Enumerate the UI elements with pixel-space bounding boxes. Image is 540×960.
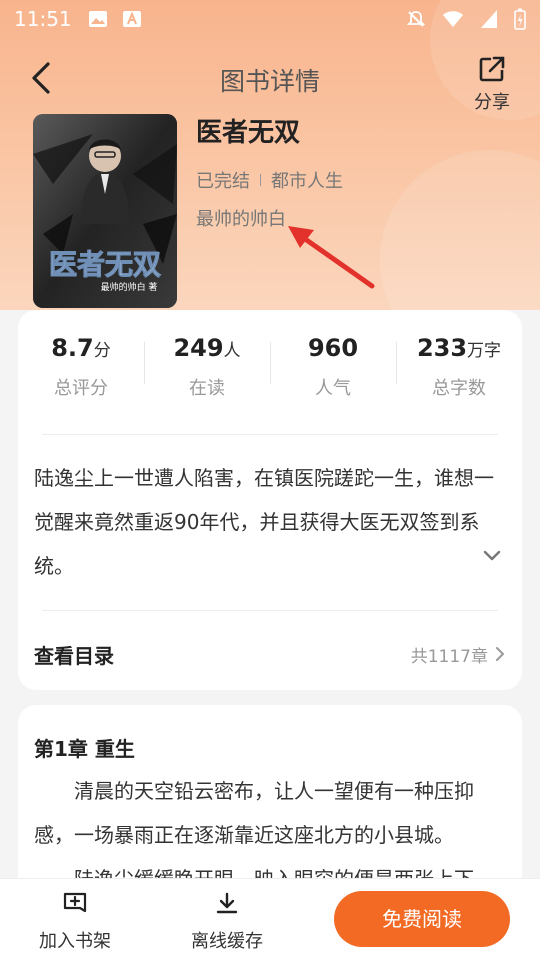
stat-value: 960 <box>307 334 359 362</box>
share-icon <box>479 56 505 82</box>
book-description: 陆逸尘上一世遭人陷害，在镇医院蹉跎一生，谁想一觉醒来竟然重返90年代，并且获得大… <box>34 466 494 578</box>
chevron-right-icon <box>496 647 504 661</box>
image-icon <box>88 11 107 27</box>
stat-label: 总评分 <box>54 378 108 399</box>
stat-unit: 分 <box>93 341 111 361</box>
stat-value: 8.7 <box>51 334 94 362</box>
book-cover-art: 医者无双 最帅的帅白 著 <box>33 114 177 308</box>
meta-separator <box>260 174 261 186</box>
stat-unit: 万字 <box>467 341 502 361</box>
read-free-button[interactable]: 免费阅读 <box>334 891 510 947</box>
toc-row[interactable]: 查看目录 共1117章 <box>34 634 506 674</box>
toc-chapter-count: 共1117章 <box>410 646 488 667</box>
stat-label: 人气 <box>315 378 351 399</box>
book-status: 已完结 <box>196 171 250 192</box>
nav-bar: 图书详情 分享 <box>0 50 540 113</box>
stat-value: 249 <box>173 334 224 362</box>
offline-cache-button[interactable]: 离线缓存 <box>182 891 272 953</box>
stat-popularity: 960 人气 <box>270 334 396 424</box>
divider <box>42 434 498 435</box>
add-to-shelf-button[interactable]: 加入书架 <box>30 891 120 953</box>
cover-author-art: 最帅的帅白 著 <box>101 281 158 293</box>
book-info: 医者无双 已完结 都市人生 最帅的帅白 <box>196 112 343 231</box>
stat-unit: 人 <box>223 341 241 361</box>
book-meta: 已完结 都市人生 <box>196 167 343 193</box>
share-label: 分享 <box>474 92 510 113</box>
stat-label: 总字数 <box>432 378 486 399</box>
stat-value: 233 <box>416 334 468 362</box>
page-title: 图书详情 <box>219 67 320 96</box>
download-icon <box>216 892 238 914</box>
mute-icon <box>406 11 426 27</box>
status-bar: 11:51 <box>0 0 540 38</box>
stats-row: 8.7分 总评分 249人 在读 960 人气 233万字 总字数 <box>18 334 522 424</box>
wifi-icon <box>443 11 463 27</box>
stat-word-count: 233万字 总字数 <box>396 334 522 424</box>
annotation-arrow-icon <box>288 226 375 289</box>
divider <box>42 610 498 611</box>
chevron-down-icon[interactable] <box>482 546 502 566</box>
stat-label: 在读 <box>189 378 225 399</box>
stat-readers: 249人 在读 <box>144 334 270 424</box>
toc-label: 查看目录 <box>34 643 114 668</box>
cover-title-art: 医者无双 <box>49 248 161 281</box>
share-button[interactable]: 分享 <box>472 52 512 113</box>
status-time: 11:51 <box>14 7 72 31</box>
book-detail-card: 8.7分 总评分 249人 在读 960 人气 233万字 总字数 陆逸尘上一世… <box>18 310 522 690</box>
signal-icon <box>481 10 497 28</box>
add-to-shelf-label: 加入书架 <box>39 931 111 952</box>
offline-cache-label: 离线缓存 <box>191 931 263 952</box>
book-title: 医者无双 <box>196 118 301 148</box>
add-bookshelf-icon <box>63 892 87 913</box>
chapter-paragraph: 清晨的天空铅云密布，让人一望便有一种压抑感，一场暴雨正在逐渐靠近这座北方的小县城… <box>34 779 474 847</box>
bottom-action-bar: 加入书架 离线缓存 免费阅读 <box>0 878 540 960</box>
font-icon <box>122 11 141 27</box>
chapter-title: 第1章 重生 <box>34 737 135 761</box>
book-cover[interactable]: 医者无双 最帅的帅白 著 <box>33 114 177 308</box>
stat-rating: 8.7分 总评分 <box>18 334 144 424</box>
battery-icon <box>514 8 526 30</box>
book-genre[interactable]: 都市人生 <box>271 167 343 193</box>
